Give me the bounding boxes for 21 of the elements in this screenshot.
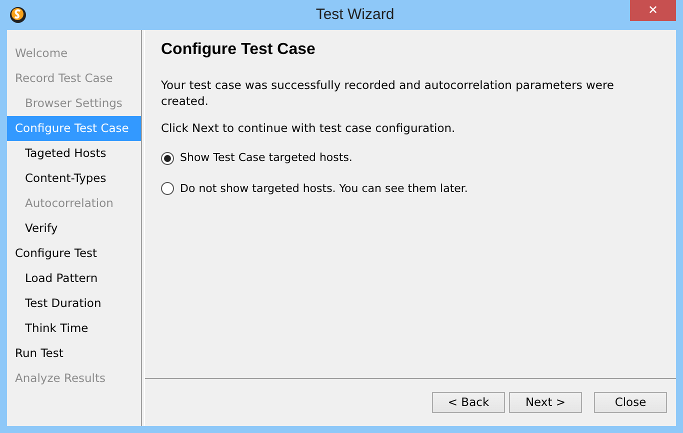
wizard-step[interactable]: Think Time — [7, 316, 141, 341]
page-heading: Configure Test Case — [161, 40, 316, 60]
radio-label[interactable]: Do not show targeted hosts. You can see them later. — [180, 180, 468, 198]
radio-button[interactable] — [161, 152, 174, 165]
wizard-button[interactable]: Close — [594, 392, 667, 413]
app-logo-icon — [9, 6, 27, 24]
instruction-text: Your test case was successfully recorded and autocorrelation parameters were created. — [161, 77, 615, 110]
close-button[interactable]: ✕ — [630, 0, 676, 21]
wizard-step[interactable]: Content-Types — [7, 166, 141, 191]
wizard-step[interactable]: Load Pattern — [7, 266, 141, 291]
wizard-step[interactable]: Verify — [7, 216, 141, 241]
window-title: Test Wizard — [316, 4, 394, 25]
wizard-step[interactable]: Configure Test — [7, 241, 141, 266]
wizard-button[interactable]: Next > — [509, 392, 582, 413]
wizard-step[interactable]: Run Test — [7, 341, 141, 366]
wizard-button[interactable]: < Back — [432, 392, 505, 413]
radio-button[interactable] — [161, 182, 174, 196]
radio-label[interactable]: Show Test Case targeted hosts. — [180, 150, 352, 167]
wizard-step[interactable]: Tageted Hosts — [7, 141, 141, 166]
instruction-text: Click Next to continue with test case configuration. — [161, 120, 456, 136]
wizard-step[interactable]: Test Duration — [7, 291, 141, 316]
